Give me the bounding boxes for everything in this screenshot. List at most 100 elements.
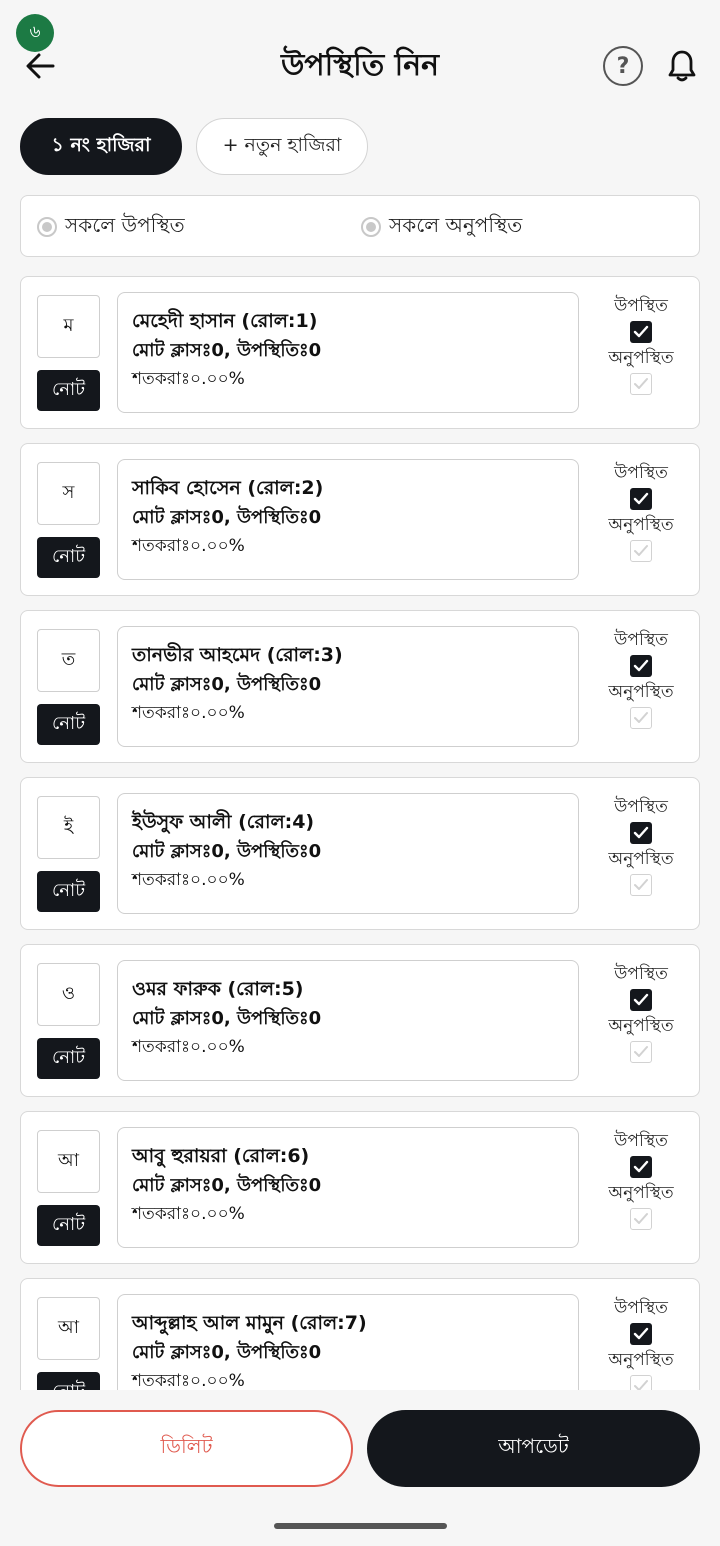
checkmark-icon [634, 712, 648, 723]
student-initial: ও [37, 963, 100, 1026]
absent-checkbox[interactable] [630, 874, 652, 896]
student-initial: স [37, 462, 100, 525]
checkmark-icon [633, 826, 649, 839]
student-card: ম নোট মেহেদী হাসান (রোল:1) মোট ক্লাসঃ0, … [20, 276, 700, 429]
all-present-option[interactable]: সকলে উপস্থিত [37, 196, 185, 258]
note-button[interactable]: নোট [37, 1205, 100, 1246]
absent-checkbox[interactable] [630, 1208, 652, 1230]
checkmark-icon [633, 325, 649, 338]
absent-label: অনুপস্থিত [608, 682, 674, 702]
student-info: ইউসুফ আলী (রোল:4) মোট ক্লাসঃ0, উপস্থিতিঃ… [117, 793, 579, 914]
absent-checkbox[interactable] [630, 373, 652, 395]
absent-label: অনুপস্থিত [608, 1016, 674, 1036]
note-button[interactable]: নোট [37, 537, 100, 578]
student-percent: শতকরাঃ০.০০% [132, 870, 245, 890]
attendance-status: উপস্থিত অনুপস্থিত [591, 629, 691, 733]
student-stats: মোট ক্লাসঃ0, উপস্থিতিঃ0 [132, 507, 322, 528]
attendance-status: উপস্থিত অনুপস্থিত [591, 963, 691, 1067]
present-checkbox[interactable] [630, 1323, 652, 1345]
note-button[interactable]: নোট [37, 704, 100, 745]
student-initial: আ [37, 1130, 100, 1193]
checkmark-icon [634, 1213, 648, 1224]
student-info: তানভীর আহমেদ (রোল:3) মোট ক্লাসঃ0, উপস্থি… [117, 626, 579, 747]
student-stats: মোট ক্লাসঃ0, উপস্থিতিঃ0 [132, 1175, 322, 1196]
absent-label: অনুপস্থিত [608, 348, 674, 368]
attendance-status: উপস্থিত অনুপস্থিত [591, 462, 691, 566]
update-button[interactable]: আপডেট [367, 1410, 700, 1487]
bell-icon [668, 50, 696, 82]
student-initial: আ [37, 1297, 100, 1360]
checkmark-icon [634, 1046, 648, 1057]
all-absent-option[interactable]: সকলে অনুপস্থিত [361, 196, 522, 258]
student-card: ত নোট তানভীর আহমেদ (রোল:3) মোট ক্লাসঃ0, … [20, 610, 700, 763]
checkmark-icon [633, 993, 649, 1006]
student-name: আবু হুরায়রা (রোল:6) [132, 1145, 310, 1167]
delete-button[interactable]: ডিলিট [20, 1410, 353, 1487]
all-present-label: সকলে উপস্থিত [65, 212, 185, 237]
checkmark-icon [633, 1327, 649, 1340]
student-name: আব্দুল্লাহ আল মামুন (রোল:7) [132, 1312, 367, 1334]
student-initial: ম [37, 295, 100, 358]
note-button[interactable]: নোট [37, 1372, 100, 1390]
student-percent: শতকরাঃ০.০০% [132, 1204, 245, 1224]
student-list[interactable]: ম নোট মেহেদী হাসান (রোল:1) মোট ক্লাসঃ0, … [0, 276, 720, 1390]
all-absent-label: সকলে অনুপস্থিত [389, 212, 523, 237]
absent-label: অনুপস্থিত [608, 1350, 674, 1370]
student-percent: শতকরাঃ০.০০% [132, 703, 245, 723]
absent-label: অনুপস্থিত [608, 849, 674, 869]
status-badge: ৬ [16, 14, 54, 52]
attendance-status: উপস্থিত অনুপস্থিত [591, 1130, 691, 1234]
question-icon: ? [616, 53, 630, 79]
present-checkbox[interactable] [630, 822, 652, 844]
help-button[interactable]: ? [603, 46, 643, 86]
present-checkbox[interactable] [630, 321, 652, 343]
present-checkbox[interactable] [630, 488, 652, 510]
absent-checkbox[interactable] [630, 540, 652, 562]
present-label: উপস্থিত [614, 630, 668, 650]
checkmark-icon [634, 1380, 648, 1390]
student-name: সাকিব হোসেন (রোল:2) [132, 477, 324, 499]
present-checkbox[interactable] [630, 989, 652, 1011]
present-label: উপস্থিত [614, 1298, 668, 1318]
present-checkbox[interactable] [630, 1156, 652, 1178]
present-label: উপস্থিত [614, 964, 668, 984]
student-stats: মোট ক্লাসঃ0, উপস্থিতিঃ0 [132, 841, 322, 862]
student-stats: মোট ক্লাসঃ0, উপস্থিতিঃ0 [132, 340, 322, 361]
absent-checkbox[interactable] [630, 707, 652, 729]
checkmark-icon [633, 492, 649, 505]
note-button[interactable]: নোট [37, 871, 100, 912]
notification-button[interactable] [662, 46, 702, 86]
student-name: ওমর ফারুক (রোল:5) [132, 978, 304, 1000]
absent-checkbox[interactable] [630, 1375, 652, 1390]
tab-session-1[interactable]: ১ নং হাজিরা [20, 118, 182, 175]
home-indicator[interactable] [274, 1523, 447, 1529]
bulk-attendance-box: সকলে উপস্থিত সকলে অনুপস্থিত [20, 195, 700, 257]
student-name: তানভীর আহমেদ (রোল:3) [132, 644, 343, 666]
student-stats: মোট ক্লাসঃ0, উপস্থিতিঃ0 [132, 674, 322, 695]
student-stats: মোট ক্লাসঃ0, উপস্থিতিঃ0 [132, 1008, 322, 1029]
student-stats: মোট ক্লাসঃ0, উপস্থিতিঃ0 [132, 1342, 322, 1363]
checkmark-icon [633, 1160, 649, 1173]
student-card: ই নোট ইউসুফ আলী (রোল:4) মোট ক্লাসঃ0, উপস… [20, 777, 700, 930]
absent-label: অনুপস্থিত [608, 1183, 674, 1203]
present-label: উপস্থিত [614, 296, 668, 316]
student-percent: শতকরাঃ০.০০% [132, 1371, 245, 1390]
note-button[interactable]: নোট [37, 370, 100, 411]
present-label: উপস্থিত [614, 463, 668, 483]
new-session-button[interactable]: + নতুন হাজিরা [196, 118, 368, 175]
student-info: মেহেদী হাসান (রোল:1) মোট ক্লাসঃ0, উপস্থি… [117, 292, 579, 413]
absent-checkbox[interactable] [630, 1041, 652, 1063]
note-button[interactable]: নোট [37, 1038, 100, 1079]
radio-icon [37, 217, 57, 237]
present-checkbox[interactable] [630, 655, 652, 677]
student-initial: ই [37, 796, 100, 859]
student-info: আবু হুরায়রা (রোল:6) মোট ক্লাসঃ0, উপস্থি… [117, 1127, 579, 1248]
checkmark-icon [634, 378, 648, 389]
attendance-status: উপস্থিত অনুপস্থিত [591, 796, 691, 900]
checkmark-icon [634, 879, 648, 890]
student-card: আ নোট আবু হুরায়রা (রোল:6) মোট ক্লাসঃ0, … [20, 1111, 700, 1264]
student-percent: শতকরাঃ০.০০% [132, 1037, 245, 1057]
student-card: স নোট সাকিব হোসেন (রোল:2) মোট ক্লাসঃ0, উ… [20, 443, 700, 596]
student-info: আব্দুল্লাহ আল মামুন (রোল:7) মোট ক্লাসঃ0,… [117, 1294, 579, 1390]
student-name: মেহেদী হাসান (রোল:1) [132, 310, 318, 332]
